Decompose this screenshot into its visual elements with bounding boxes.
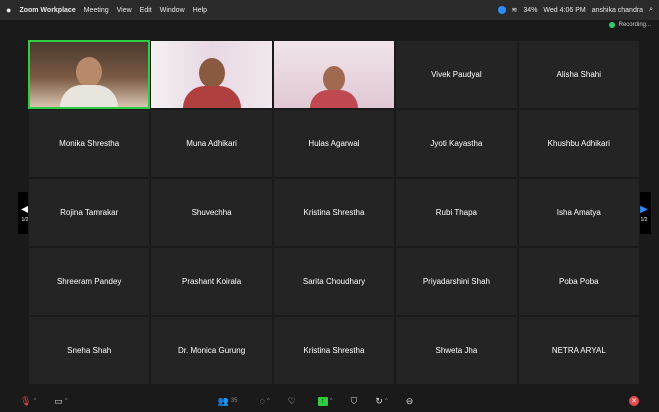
- shield-icon: ⛉: [350, 395, 358, 406]
- status-area: ≋ 34% Wed 4:06 PM anshika chandra ⌕: [497, 6, 653, 14]
- participant-tile[interactable]: Priyadarshini Shah: [395, 247, 518, 316]
- participant-tile[interactable]: Khushbu Adhikari: [517, 109, 640, 178]
- menu-view[interactable]: View: [117, 7, 132, 14]
- participant-tile[interactable]: Monika Shrestha: [28, 109, 151, 178]
- participant-tile[interactable]: Kristina Shrestha: [272, 178, 396, 247]
- video-tile-1[interactable]: [28, 40, 151, 109]
- video-tile-3[interactable]: [272, 40, 396, 109]
- participant-tile[interactable]: Shreeram Pandey: [28, 247, 151, 316]
- menu-meeting[interactable]: Meeting: [84, 7, 109, 14]
- chevron-up-icon[interactable]: ^: [33, 398, 36, 404]
- participant-tile[interactable]: Shuvechha: [150, 178, 273, 247]
- share-arrow-icon: ↑: [317, 396, 328, 406]
- participant-tile[interactable]: Alisha Shahi: [517, 40, 640, 109]
- apps-icon: ↻: [375, 395, 383, 406]
- chevron-up-icon[interactable]: ^: [330, 398, 333, 404]
- participant-tile[interactable]: Muna Adhikari: [150, 109, 273, 178]
- heart-icon: ♡: [287, 395, 296, 406]
- chevron-up-icon[interactable]: ^: [65, 398, 68, 404]
- participant-tile[interactable]: Prashant Koirala: [150, 247, 273, 316]
- macos-menubar: ● Zoom Workplace Meeting View Edit Windo…: [0, 0, 659, 20]
- participant-video: [309, 66, 358, 108]
- participants-count: 35: [230, 398, 238, 404]
- reactions-button[interactable]: ♡: [288, 396, 296, 407]
- security-button[interactable]: ⛉: [351, 396, 358, 407]
- more-button[interactable]: ⊖: [406, 396, 414, 407]
- video-button[interactable]: ▭ ^: [54, 396, 67, 407]
- close-icon: ✕: [631, 398, 637, 405]
- participant-video: [182, 58, 241, 108]
- participant-tile[interactable]: Dr. Monica Gurung: [150, 316, 273, 385]
- participant-tile[interactable]: NETRA ARYAL: [517, 316, 640, 385]
- zoom-status-icon[interactable]: [497, 6, 506, 14]
- participant-tile[interactable]: Rubi Thapa: [395, 178, 518, 247]
- end-meeting-button[interactable]: ✕: [629, 396, 639, 406]
- arrow-right-icon: ▶: [640, 203, 648, 215]
- participant-tile[interactable]: Sneha Shah: [28, 316, 151, 385]
- share-screen-button[interactable]: ↑ ^: [317, 396, 333, 406]
- clock[interactable]: Wed 4:06 PM: [543, 7, 585, 14]
- apps-button[interactable]: ↻ ^: [375, 396, 387, 407]
- app-menu[interactable]: Zoom Workplace: [19, 7, 75, 14]
- recording-label: Recording...: [618, 22, 651, 28]
- participant-tile[interactable]: Isha Amatya: [517, 178, 640, 247]
- participant-video: [60, 57, 119, 107]
- chevron-up-icon[interactable]: ^: [385, 398, 388, 404]
- gallery-view: Vivek Paudyal Alisha Shahi Monika Shrest…: [28, 40, 640, 385]
- chevron-up-icon[interactable]: ^: [267, 398, 270, 404]
- more-icon: ⊖: [405, 395, 414, 406]
- participants-button[interactable]: 👥 35: [218, 396, 238, 407]
- wifi-icon[interactable]: ≋: [512, 6, 518, 14]
- chat-button[interactable]: ◌ ^: [260, 396, 270, 406]
- participant-tile[interactable]: Sarita Choudhary: [272, 247, 396, 316]
- apple-icon[interactable]: ●: [6, 5, 11, 15]
- participant-tile[interactable]: Shweta Jha: [395, 316, 518, 385]
- menu-help[interactable]: Help: [193, 7, 207, 14]
- participant-tile[interactable]: Vivek Paudyal: [395, 40, 518, 109]
- video-tile-2[interactable]: [150, 40, 273, 109]
- chat-icon: ◌: [259, 396, 265, 406]
- menu-window[interactable]: Window: [160, 7, 185, 14]
- participant-tile[interactable]: Hulas Agarwal: [272, 109, 396, 178]
- search-icon[interactable]: ⌕: [649, 6, 653, 14]
- recording-indicator[interactable]: Recording...: [608, 22, 651, 28]
- participant-tile[interactable]: Poba Poba: [517, 247, 640, 316]
- menu-edit[interactable]: Edit: [140, 7, 152, 14]
- meeting-toolbar: 🎙 ^ ▭ ^ 👥 35 ◌ ^ ♡ ↑ ^ ⛉ ↻ ^ ⊖ ✕: [0, 390, 659, 412]
- participant-tile[interactable]: Rojina Tamrakar: [28, 178, 151, 247]
- camera-icon: ▭: [54, 395, 63, 406]
- participant-tile[interactable]: Jyoti Kayastha: [395, 109, 518, 178]
- user-name[interactable]: anshika chandra: [592, 7, 643, 14]
- participant-tile[interactable]: Kristina Shrestha: [272, 316, 396, 385]
- recording-dot-icon: [608, 22, 615, 28]
- meeting-topbar: [0, 20, 659, 32]
- microphone-muted-icon: 🎙: [20, 395, 32, 406]
- participants-icon: 👥: [217, 395, 229, 406]
- page-indicator-right: 1/2: [640, 216, 648, 223]
- mute-button[interactable]: 🎙 ^: [20, 396, 36, 407]
- battery-label[interactable]: 34%: [523, 7, 537, 14]
